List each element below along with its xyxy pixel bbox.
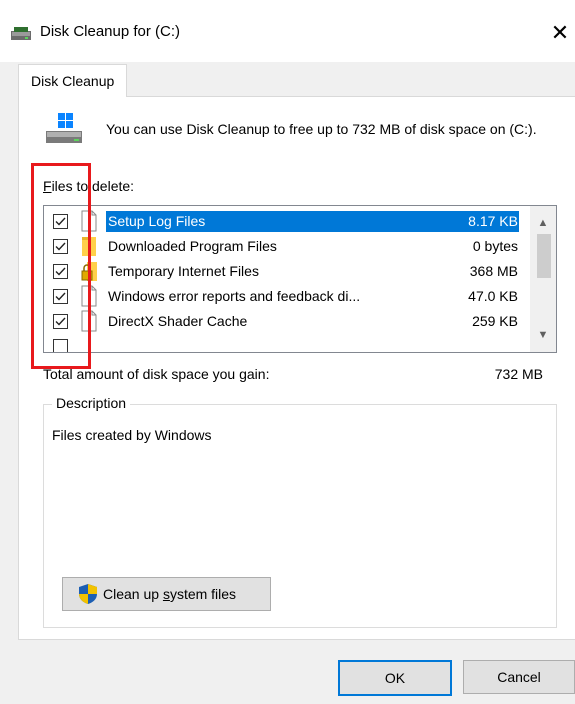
list-item[interactable]: Windows error reports and feedback di...… xyxy=(44,284,530,309)
item-size: 259 KB xyxy=(472,313,518,329)
tab-disk-cleanup[interactable]: Disk Cleanup xyxy=(18,64,128,97)
clean-up-system-files-label: Clean up system files xyxy=(103,586,237,602)
item-size: 8.17 KB xyxy=(468,213,518,229)
window-title: Disk Cleanup for (C:) xyxy=(40,23,181,40)
description-text: Files created by Windows xyxy=(52,427,212,443)
ok-button[interactable]: OK xyxy=(338,660,452,696)
cancel-button[interactable]: Cancel xyxy=(463,660,575,694)
description-title: Description xyxy=(52,395,131,411)
item-name: Setup Log Files xyxy=(106,212,208,231)
item-name: Windows error reports and feedback di... xyxy=(108,288,361,304)
uac-shield-icon xyxy=(79,584,97,604)
scroll-up-icon[interactable]: ▲ xyxy=(530,214,556,232)
list-item[interactable]: Setup Log Files 8.17 KB xyxy=(44,209,530,234)
list-item-partial[interactable] xyxy=(44,334,530,352)
list-item[interactable]: Downloaded Program Files 0 bytes xyxy=(44,234,530,259)
files-list[interactable]: Setup Log Files 8.17 KB Downloaded Progr… xyxy=(43,205,557,353)
clean-up-system-files-button[interactable]: Clean up system files xyxy=(62,577,271,611)
scroll-down-icon[interactable]: ▼ xyxy=(530,326,556,344)
item-name: DirectX Shader Cache xyxy=(108,313,248,329)
total-space-value: 732 MB xyxy=(494,366,543,382)
close-icon[interactable]: ✕ xyxy=(545,14,575,52)
scroll-thumb[interactable] xyxy=(537,234,551,278)
intro-text: You can use Disk Cleanup to free up to 7… xyxy=(106,121,537,137)
highlight-annotation-box xyxy=(31,163,91,369)
item-size: 47.0 KB xyxy=(468,288,518,304)
title-bar: Disk Cleanup for (C:) ✕ xyxy=(0,0,575,62)
vertical-scrollbar[interactable]: ▲ ▼ xyxy=(530,206,556,352)
list-item[interactable]: DirectX Shader Cache 259 KB xyxy=(44,309,530,334)
item-name: Temporary Internet Files xyxy=(108,263,259,279)
item-size: 368 MB xyxy=(469,263,518,279)
list-item[interactable]: Temporary Internet Files 368 MB xyxy=(44,259,530,284)
item-name: Downloaded Program Files xyxy=(108,238,277,254)
disk-cleanup-icon xyxy=(11,27,31,40)
item-size: 0 bytes xyxy=(472,238,518,254)
drive-icon xyxy=(46,113,82,143)
